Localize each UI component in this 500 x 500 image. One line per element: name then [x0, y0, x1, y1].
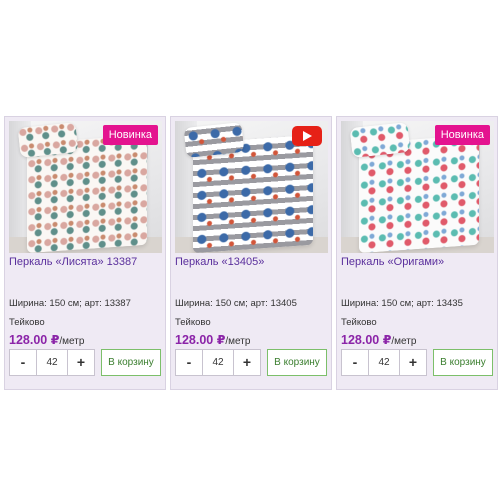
play-triangle-icon — [303, 131, 312, 141]
increase-quantity-button[interactable]: + — [234, 350, 260, 375]
bedding-pillow — [183, 122, 245, 158]
price-unit: /метр — [391, 336, 417, 347]
bedding-pillow — [349, 122, 411, 158]
price-unit: /метр — [59, 336, 85, 347]
add-to-cart-button[interactable]: В корзину — [433, 349, 493, 376]
youtube-play-icon[interactable] — [292, 126, 322, 146]
increase-quantity-button[interactable]: + — [400, 350, 426, 375]
price-row: 128.00 ₽/метр — [9, 332, 84, 347]
add-to-cart-button[interactable]: В корзину — [267, 349, 327, 376]
quantity-input[interactable]: 42 — [368, 350, 400, 375]
price-unit: /метр — [225, 336, 251, 347]
product-grid: Новинка Перкаль «Лисята» 13387 Ширина: 1… — [4, 116, 498, 391]
product-title-link[interactable]: Перкаль «Оригами» — [341, 256, 497, 268]
new-badge: Новинка — [434, 125, 490, 145]
quantity-input[interactable]: 42 — [36, 350, 68, 375]
product-city: Тейково — [341, 317, 377, 328]
increase-quantity-button[interactable]: + — [68, 350, 94, 375]
product-card: Новинка Перкаль «Лисята» 13387 Ширина: 1… — [4, 116, 166, 390]
product-image[interactable]: Новинка — [341, 121, 494, 253]
quantity-stepper: - 42 + — [175, 349, 261, 376]
product-spec: Ширина: 150 см; арт: 13435 — [341, 298, 463, 309]
add-to-cart-button[interactable]: В корзину — [101, 349, 161, 376]
bedding-pillow — [17, 122, 79, 158]
decrease-quantity-button[interactable]: - — [342, 350, 368, 375]
quantity-stepper: - 42 + — [341, 349, 427, 376]
decrease-quantity-button[interactable]: - — [10, 350, 36, 375]
product-image[interactable]: Новинка — [9, 121, 162, 253]
product-image[interactable] — [175, 121, 328, 253]
product-title-link[interactable]: Перкаль «Лисята» 13387 — [9, 256, 165, 268]
product-spec: Ширина: 150 см; арт: 13387 — [9, 298, 131, 309]
product-spec: Ширина: 150 см; арт: 13405 — [175, 298, 297, 309]
product-price: 128.00 ₽ — [341, 333, 392, 347]
quantity-stepper: - 42 + — [9, 349, 95, 376]
price-row: 128.00 ₽/метр — [341, 332, 416, 347]
price-row: 128.00 ₽/метр — [175, 332, 250, 347]
decrease-quantity-button[interactable]: - — [176, 350, 202, 375]
product-price: 128.00 ₽ — [175, 333, 226, 347]
product-price: 128.00 ₽ — [9, 333, 60, 347]
product-card: Новинка Перкаль «Оригами» Ширина: 150 см… — [336, 116, 498, 390]
product-city: Тейково — [9, 317, 45, 328]
product-card: Перкаль «13405» Ширина: 150 см; арт: 134… — [170, 116, 332, 390]
quantity-input[interactable]: 42 — [202, 350, 234, 375]
product-city: Тейково — [175, 317, 211, 328]
new-badge: Новинка — [102, 125, 158, 145]
product-title-link[interactable]: Перкаль «13405» — [175, 256, 331, 268]
